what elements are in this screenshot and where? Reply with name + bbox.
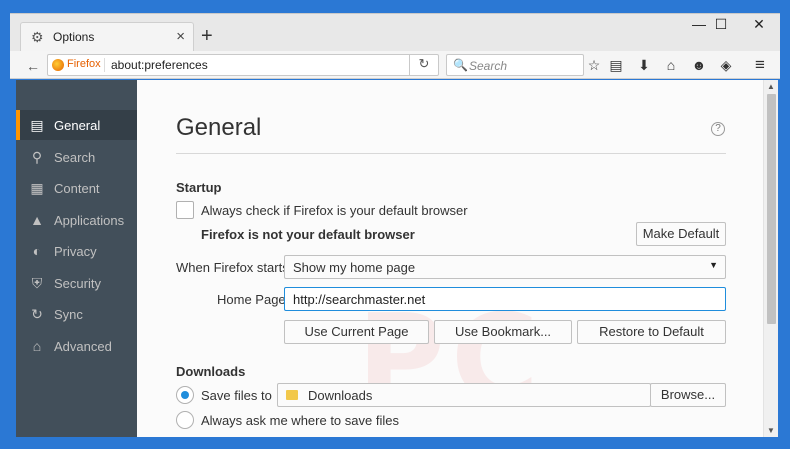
firefox-logo-icon — [52, 59, 64, 71]
vertical-scrollbar[interactable]: ▲ ▼ — [763, 80, 778, 437]
general-icon: ▤ — [30, 117, 44, 133]
default-browser-check-label[interactable]: Always check if Firefox is your default … — [201, 203, 468, 218]
bookmark-star-icon[interactable]: ☆ — [584, 56, 604, 76]
privacy-mask-icon: ◐ — [32, 243, 42, 259]
title-divider — [176, 153, 726, 154]
browser-window: ⚙ Options × + — ☐ ✕ ← Firefox about:pref… — [0, 0, 790, 449]
search-input[interactable]: 🔍 Search — [446, 54, 584, 76]
downloads-icon[interactable]: ⬇ — [634, 56, 654, 76]
help-icon[interactable]: ? — [711, 122, 725, 136]
sidebar-item-content[interactable]: ▦ Content — [16, 173, 137, 203]
always-ask-radio[interactable] — [176, 411, 194, 429]
reading-list-icon[interactable]: ▤ — [606, 56, 626, 76]
startup-behavior-select[interactable]: Show my home page ▼ — [284, 255, 726, 279]
sidebar-item-label: Content — [54, 181, 100, 196]
downloads-heading: Downloads — [176, 364, 246, 379]
advanced-wizard-icon: ⌂ — [32, 338, 42, 354]
sidebar-item-sync[interactable]: ↻ Sync — [16, 299, 137, 329]
url-separator — [104, 58, 105, 72]
menu-icon[interactable]: ≡ — [750, 56, 770, 76]
sidebar-item-applications[interactable]: ▲ Applications — [16, 205, 137, 235]
search-icon: ⚲ — [31, 149, 43, 165]
title-bar — [0, 0, 790, 13]
scrollbar-thumb[interactable] — [767, 94, 776, 324]
security-lock-icon: ⛨ — [31, 275, 43, 291]
sidebar-item-label: Privacy — [54, 244, 97, 259]
gear-icon: ⚙ — [31, 29, 44, 45]
folder-icon — [286, 390, 298, 400]
pocket-icon[interactable]: ◈ — [716, 56, 736, 76]
home-page-value: http://searchmaster.net — [293, 292, 426, 307]
browse-button[interactable]: Browse... — [650, 383, 726, 407]
use-bookmark-button[interactable]: Use Bookmark... — [434, 320, 572, 344]
url-bar[interactable]: Firefox about:preferences — [47, 54, 439, 76]
sidebar-item-security[interactable]: ⛨ Security — [16, 268, 137, 298]
scroll-down-icon[interactable]: ▼ — [767, 426, 775, 435]
sidebar-item-label: Applications — [54, 213, 125, 228]
new-tab-button[interactable]: + — [201, 26, 213, 46]
sidebar-item-label: Search — [54, 150, 96, 165]
chevron-down-icon: ▼ — [709, 260, 718, 270]
tab-close-icon[interactable]: × — [176, 28, 185, 45]
general-pane: PC General ? Startup Always check if Fir… — [137, 80, 763, 437]
restore-default-button[interactable]: Restore to Default — [577, 320, 726, 344]
make-default-button[interactable]: Make Default — [636, 222, 726, 246]
sidebar-item-advanced[interactable]: ⌂ Advanced — [16, 331, 137, 361]
back-arrow-icon[interactable]: ← — [24, 57, 42, 75]
save-files-label[interactable]: Save files to — [201, 388, 272, 403]
not-default-notice: Firefox is not your default browser — [201, 227, 415, 242]
reload-icon[interactable]: ↻ — [415, 56, 433, 72]
startup-heading: Startup — [176, 180, 222, 195]
scroll-up-icon[interactable]: ▲ — [767, 82, 775, 91]
sidebar-item-privacy[interactable]: ◐ Privacy — [16, 236, 137, 266]
navigation-bar: ← Firefox about:preferences ↻ 🔍 Search ☆… — [10, 51, 780, 79]
chat-icon[interactable]: ☻ — [689, 56, 709, 76]
home-page-label: Home Page: — [217, 292, 290, 307]
watermark-logo: PC — [357, 290, 546, 429]
always-ask-label[interactable]: Always ask me where to save files — [201, 413, 399, 428]
applications-icon: ▲ — [30, 212, 44, 228]
home-icon[interactable]: ⌂ — [661, 56, 681, 76]
sidebar-item-general[interactable]: ▤ General — [16, 110, 137, 140]
search-placeholder: Search — [469, 59, 508, 73]
home-page-input[interactable]: http://searchmaster.net — [284, 287, 726, 311]
sidebar-item-label: General — [54, 118, 101, 133]
starts-label: When Firefox starts: — [176, 260, 293, 275]
identity-label[interactable]: Firefox — [67, 58, 101, 70]
save-files-radio[interactable] — [176, 386, 194, 404]
download-folder-value: Downloads — [308, 388, 373, 403]
page-title: General — [176, 114, 262, 141]
reload-separator — [409, 54, 410, 76]
content-icon: ▦ — [30, 180, 44, 196]
url-text[interactable]: about:preferences — [111, 58, 208, 72]
preferences-content: ▤ General ⚲ Search ▦ Content ▲ Applicati… — [16, 80, 778, 437]
sidebar-item-search[interactable]: ⚲ Search — [16, 142, 137, 172]
tab-options[interactable]: ⚙ Options × — [20, 22, 194, 51]
sidebar-item-label: Sync — [54, 307, 83, 322]
preferences-sidebar: ▤ General ⚲ Search ▦ Content ▲ Applicati… — [16, 80, 137, 437]
use-current-page-button[interactable]: Use Current Page — [284, 320, 429, 344]
startup-behavior-value: Show my home page — [293, 260, 416, 275]
sidebar-item-label: Security — [54, 276, 101, 291]
download-folder-field: Downloads — [277, 383, 651, 407]
default-browser-checkbox[interactable] — [176, 201, 194, 219]
tab-title: Options — [53, 30, 95, 44]
sync-icon: ↻ — [31, 306, 43, 322]
search-icon: 🔍 — [453, 58, 468, 72]
close-window-button[interactable]: ✕ — [736, 14, 782, 34]
sidebar-item-label: Advanced — [54, 339, 112, 354]
